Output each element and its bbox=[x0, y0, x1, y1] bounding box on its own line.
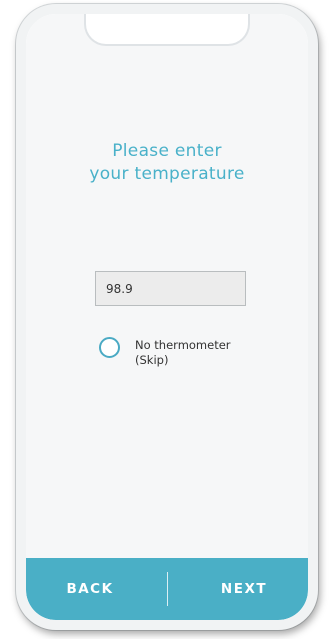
phone-frame: Please enter your temperature No thermom… bbox=[16, 4, 318, 630]
title-line-2: your temperature bbox=[89, 164, 245, 184]
footer-divider bbox=[167, 572, 168, 606]
footer-bar: BACK NEXT bbox=[26, 558, 308, 620]
skip-option[interactable]: No thermometer (Skip) bbox=[99, 337, 289, 377]
temperature-input[interactable] bbox=[95, 271, 246, 306]
skip-option-label: No thermometer (Skip) bbox=[135, 338, 231, 368]
skip-label-line-2: (Skip) bbox=[135, 353, 169, 367]
skip-label-line-1: No thermometer bbox=[135, 338, 231, 352]
skip-radio-button[interactable] bbox=[99, 337, 120, 358]
title-line-1: Please enter bbox=[112, 141, 222, 161]
next-button[interactable]: NEXT bbox=[194, 558, 294, 620]
back-button[interactable]: BACK bbox=[40, 558, 140, 620]
page-title: Please enter your temperature bbox=[26, 140, 308, 186]
phone-screen: Please enter your temperature No thermom… bbox=[26, 14, 308, 620]
page: Please enter your temperature No thermom… bbox=[0, 0, 336, 639]
phone-notch bbox=[84, 14, 250, 46]
